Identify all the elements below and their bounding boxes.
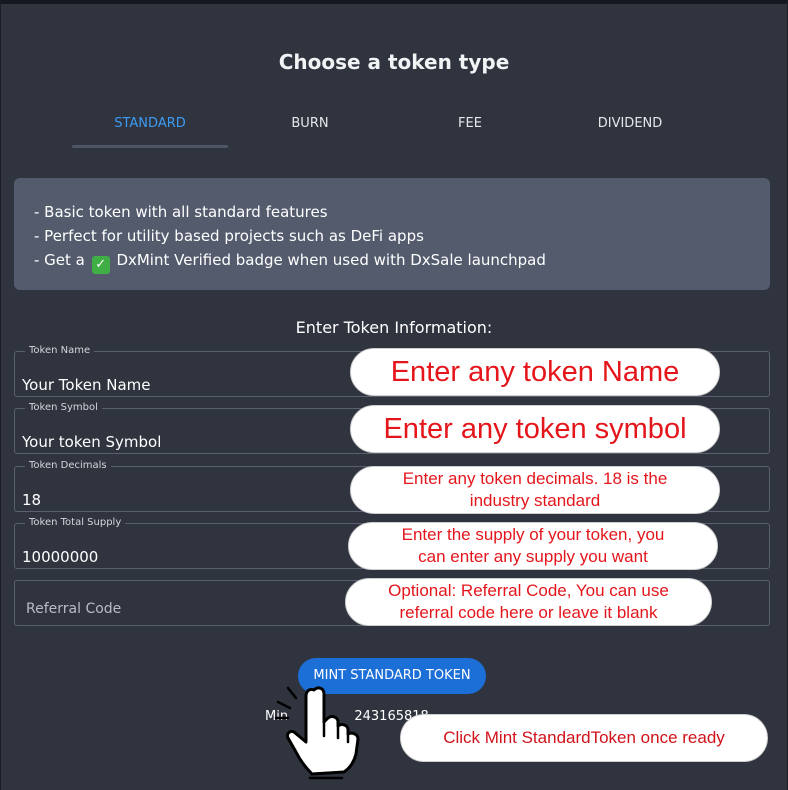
callout-token-decimals: Enter any token decimals. 18 is the indu… [350,466,720,514]
token-decimals-input[interactable]: 18 [22,491,41,509]
token-symbol-label: Token Symbol [25,402,102,414]
callout-token-supply-line2: can enter any supply you want [418,547,648,566]
token-supply-label: Token Total Supply [25,517,126,529]
token-description-box: - Basic token with all standard features… [14,178,770,290]
callout-referral: Optional: Referral Code, You can use ref… [345,578,712,626]
token-name-input[interactable]: Your Token Name [22,376,151,394]
tab-burn[interactable]: BURN [230,112,390,148]
callout-referral-line2: referral code here or leave it blank [399,603,658,622]
callout-referral-line1: Optional: Referral Code, You can use [388,581,669,600]
feature-line-prefix: - Get a [34,251,85,269]
page-title: Choose a token type [278,50,510,74]
token-name-label: Token Name [25,345,95,357]
hand-pointer-icon [274,686,360,780]
tab-dividend[interactable]: DIVIDEND [550,112,710,148]
referral-code-input[interactable]: Referral Code [26,601,121,617]
feature-line-suffix: DxMint Verified badge when used with DxS… [116,251,546,269]
feature-line: - Basic token with all standard features [34,203,328,221]
token-type-tabs: STANDARD BURN FEE DIVIDEND [70,112,710,148]
callout-mint: Click Mint StandardToken once ready [400,714,768,762]
form-heading: Enter Token Information: [295,318,493,337]
feature-line: - Perfect for utility based projects suc… [34,227,424,245]
callout-token-symbol: Enter any token symbol [350,405,720,453]
callout-token-supply-line1: Enter the supply of your token, you [401,525,665,544]
check-mark-icon: ✓ [91,256,110,274]
callout-token-name: Enter any token Name [350,348,720,396]
callout-token-decimals-line2: industry standard [469,491,601,510]
token-supply-input[interactable]: 10000000 [22,548,98,566]
tab-standard[interactable]: STANDARD [70,112,230,148]
token-decimals-label: Token Decimals [25,460,111,472]
callout-token-supply: Enter the supply of your token, you can … [348,522,718,570]
tab-fee[interactable]: FEE [390,112,550,148]
callout-token-decimals-line1: Enter any token decimals. 18 is the [402,469,668,488]
token-symbol-input[interactable]: Your token Symbol [22,433,161,451]
feature-line: - Get a ✓ DxMint Verified badge when use… [34,248,750,274]
